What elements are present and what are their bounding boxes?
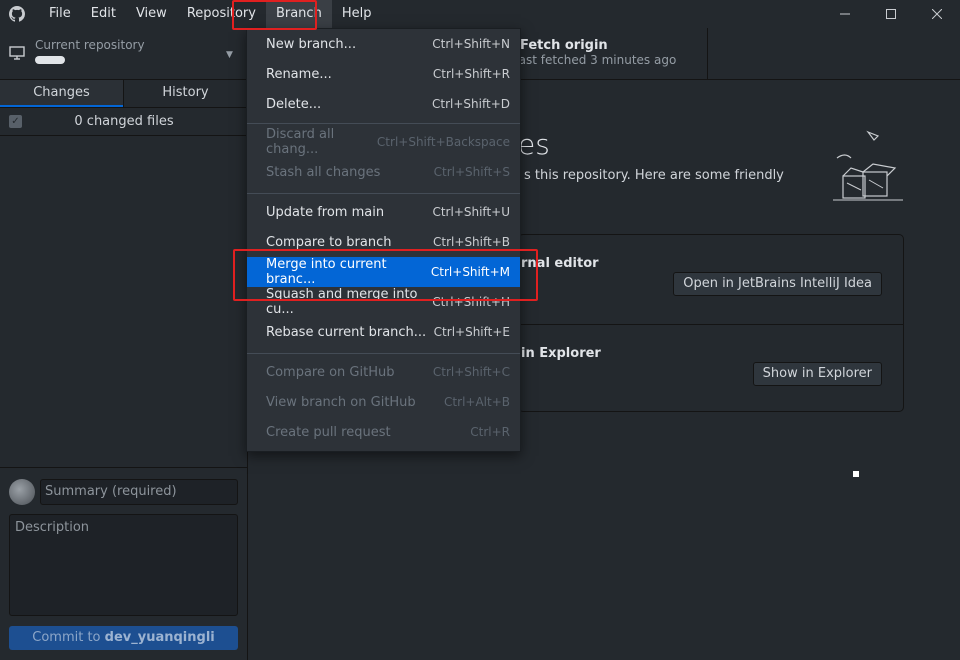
menu-separator [247,123,520,124]
menu-item-label: Update from main [266,204,385,220]
menu-item-label: Discard all chang... [266,127,335,157]
title-bar: File Edit View Repository Branch Help [0,0,960,28]
menu-item-shortcut: Ctrl+Shift+N [432,37,510,51]
menu-item-shortcut: Ctrl+Shift+D [432,97,510,111]
open-in-editor-button[interactable]: Open in JetBrains IntelliJ Idea [673,272,882,296]
repository-name-redacted [35,56,65,64]
menu-item-shortcut: Ctrl+Shift+Backspace [376,135,510,149]
white-marker [853,471,859,477]
no-changes-title: es [518,128,550,161]
menu-view[interactable]: View [126,0,177,28]
menu-item-label: Compare to branch [266,234,392,250]
current-repository-selector[interactable]: Current repository ▼ [0,28,248,80]
github-logo-icon [9,6,25,22]
menu-file[interactable]: File [39,0,81,28]
menu-item-rebase-current-branch[interactable]: Rebase current branch... Ctrl+Shift+E [247,317,520,347]
menu-item-discard-all-changes[interactable]: Discard all chang... Ctrl+Shift+Backspace [247,127,520,157]
menu-item-shortcut: Ctrl+R [470,425,510,439]
menu-item-update-from-main[interactable]: Update from main Ctrl+Shift+U [247,197,520,227]
show-explorer-card: in Explorer Show in Explorer [519,324,903,413]
menu-item-label: Compare on GitHub [266,364,395,380]
minimize-button[interactable] [822,0,868,28]
show-explorer-title: in Explorer [521,346,601,361]
menu-edit[interactable]: Edit [81,0,126,28]
menu-item-shortcut: Ctrl+Shift+C [432,365,510,379]
changed-files-count: 0 changed files [74,114,174,129]
commit-panel: Summary (required) Description Commit to… [0,467,248,660]
open-editor-card: rnal editor Open in JetBrains IntelliJ I… [519,235,903,324]
commit-button-prefix: Commit to [32,630,105,645]
caret-down-icon: ▼ [226,50,233,60]
show-in-explorer-button[interactable]: Show in Explorer [752,362,882,386]
minimize-icon [840,13,850,15]
close-button[interactable] [914,0,960,28]
menu-item-shortcut: Ctrl+Alt+B [444,395,510,409]
tab-changes[interactable]: Changes [0,80,123,107]
maximize-button[interactable] [868,0,914,28]
branch-menu-dropdown: New branch... Ctrl+Shift+N Rename... Ctrl+… [246,28,521,452]
menu-item-shortcut: Ctrl+Shift+E [433,325,510,339]
menu-item-shortcut: Ctrl+Shift+S [433,165,510,179]
menu-item-label: New branch... [266,36,357,52]
changed-files-list [0,136,248,467]
menu-separator [247,193,520,194]
menu-item-compare-on-github[interactable]: Compare on GitHub Ctrl+Shift+C [247,357,520,387]
menu-item-new-branch[interactable]: New branch... Ctrl+Shift+N [247,29,520,59]
close-icon [932,9,942,19]
window-controls [822,0,960,28]
summary-input[interactable]: Summary (required) [40,479,238,505]
menu-item-label: Stash all changes [266,164,381,180]
description-input[interactable]: Description [9,514,238,616]
last-fetched-text: Last fetched 3 minutes ago [512,53,677,67]
empty-state-illustration-icon [833,130,903,201]
menu-item-label: Rename... [266,66,332,82]
commit-branch-name: dev_yuanqingli [104,630,215,645]
commit-button[interactable]: Commit to dev_yuanqingli [9,626,238,650]
no-changes-subtitle: s this repository. Here are some friendl… [524,168,784,183]
menu-help[interactable]: Help [332,0,382,28]
maximize-icon [886,9,896,19]
annotation-merge-item [233,249,538,301]
menu-item-label: Create pull request [266,424,391,440]
sidebar-tabs: Changes History [0,80,248,108]
avatar [9,479,35,505]
menu-item-create-pull-request[interactable]: Create pull request Ctrl+R [247,417,520,447]
menu-item-label: Rebase current branch... [266,324,427,340]
menu-item-view-branch-on-github[interactable]: View branch on GitHub Ctrl+Alt+B [247,387,520,417]
current-repository-label: Current repository [35,38,145,52]
suggestion-cards: rnal editor Open in JetBrains IntelliJ I… [518,234,904,412]
menu-item-rename[interactable]: Rename... Ctrl+Shift+R [247,59,520,89]
changes-header: ✓ 0 changed files [0,108,248,136]
menu-item-shortcut: Ctrl+Shift+R [432,67,510,81]
fetch-origin-title: Fetch origin [520,38,608,53]
menu-item-shortcut: Ctrl+Shift+U [432,205,510,219]
tab-history[interactable]: History [124,80,247,107]
annotation-branch-menu [232,0,317,30]
menu-item-label: View branch on GitHub [266,394,416,410]
menu-item-delete[interactable]: Delete... Ctrl+Shift+D [247,89,520,119]
menu-item-shortcut: Ctrl+Shift+B [433,235,510,249]
menu-item-label: Delete... [266,96,322,112]
menu-bar: File Edit View Repository Branch Help [39,0,381,28]
computer-icon [9,46,25,60]
menu-separator [247,353,520,354]
menu-item-stash-all-changes[interactable]: Stash all changes Ctrl+Shift+S [247,157,520,187]
